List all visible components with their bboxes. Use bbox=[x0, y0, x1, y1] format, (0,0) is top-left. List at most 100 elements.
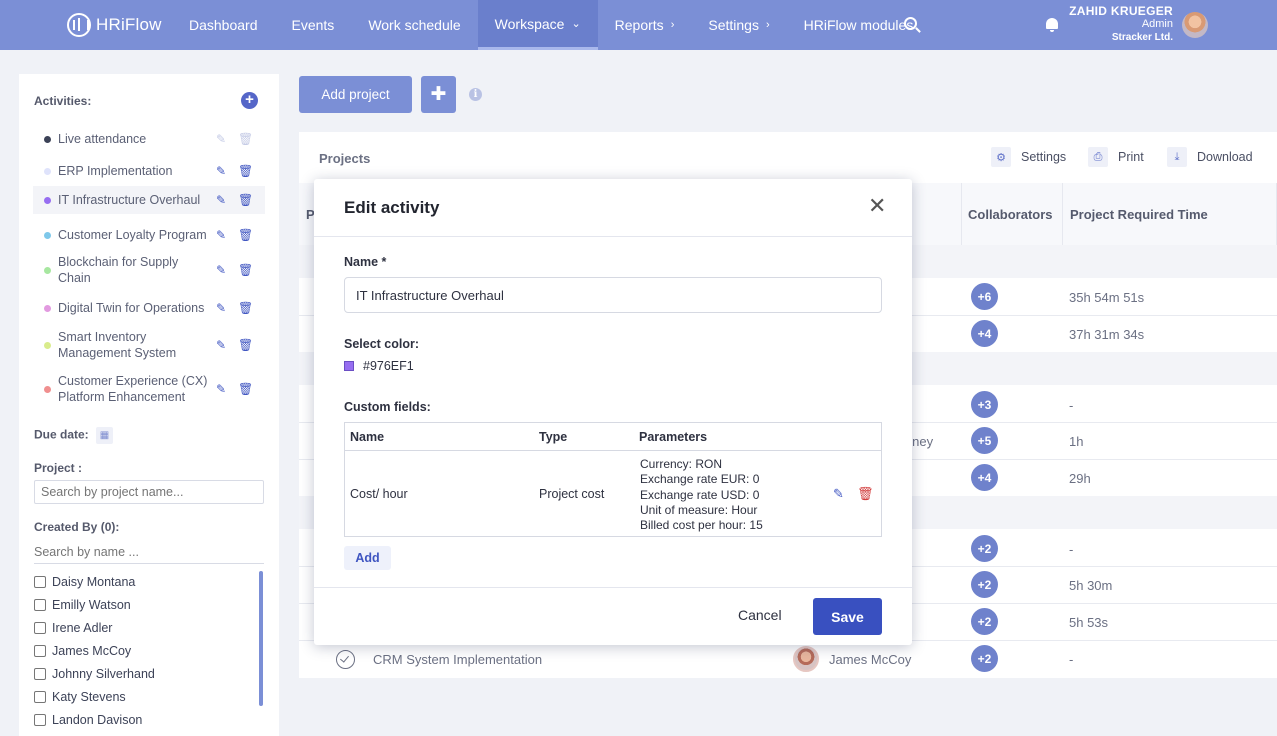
person-checkbox-row[interactable]: Emilly Watson bbox=[34, 598, 131, 612]
app-logo[interactable]: HRiFlow bbox=[67, 13, 162, 37]
person-checkbox-row[interactable]: Irene Adler bbox=[34, 621, 112, 635]
activity-color-dot bbox=[44, 304, 51, 312]
owner-cell: James McCoy bbox=[829, 652, 912, 667]
trash-icon[interactable]: 🗑 bbox=[238, 164, 253, 178]
trash-icon[interactable]: 🗑 bbox=[857, 486, 874, 502]
person-checkbox-row[interactable]: Johnny Silverhand bbox=[34, 667, 155, 681]
checkbox[interactable] bbox=[34, 691, 46, 703]
pencil-icon[interactable]: ✎ bbox=[216, 164, 226, 178]
collaborators-badge[interactable]: +2 bbox=[971, 645, 998, 672]
download-button[interactable]: ⤓ Download bbox=[1167, 147, 1253, 167]
activity-item[interactable]: Customer Loyalty Program ✎ 🗑 bbox=[33, 224, 265, 246]
person-name: Daisy Montana bbox=[52, 575, 136, 589]
download-icon: ⤓ bbox=[1167, 147, 1187, 167]
check-circle-icon[interactable] bbox=[336, 650, 355, 669]
settings-button[interactable]: ⚙ Settings bbox=[991, 147, 1066, 167]
trash-icon[interactable]: 🗑 bbox=[238, 263, 253, 277]
checkbox[interactable] bbox=[34, 599, 46, 611]
activity-item-selected[interactable]: IT Infrastructure Overhaul ✎ 🗑 bbox=[33, 186, 265, 214]
collaborators-badge[interactable]: +4 bbox=[971, 464, 998, 491]
modal-header: Edit activity ✕ bbox=[314, 179, 912, 237]
nav-work-schedule[interactable]: Work schedule bbox=[351, 0, 477, 50]
chevron-right-icon: › bbox=[670, 19, 675, 31]
search-icon[interactable] bbox=[904, 17, 917, 30]
checkbox[interactable] bbox=[34, 576, 46, 588]
activity-item[interactable]: Live attendance ✎ 🗑 bbox=[33, 128, 265, 150]
project-name-cell[interactable]: CRM System Implementation bbox=[373, 652, 542, 667]
collaborators-badge[interactable]: +6 bbox=[971, 283, 998, 310]
bell-icon[interactable] bbox=[1046, 18, 1058, 32]
logo-text: HRiFlow bbox=[96, 15, 162, 34]
column-header-collaborators[interactable]: Collaborators bbox=[962, 183, 1063, 245]
calendar-icon[interactable]: ▦ bbox=[96, 427, 114, 444]
user-company: Stracker Ltd. bbox=[1111, 32, 1173, 43]
collaborators-badge[interactable]: +2 bbox=[971, 571, 998, 598]
collaborators-badge[interactable]: +3 bbox=[971, 391, 998, 418]
activity-item[interactable]: Digital Twin for Operations ✎ 🗑 bbox=[33, 297, 265, 319]
nav-settings[interactable]: Settings › bbox=[691, 0, 786, 50]
checkbox[interactable] bbox=[34, 714, 46, 726]
save-button[interactable]: Save bbox=[813, 598, 882, 635]
column-header-required-time[interactable]: Project Required Time bbox=[1063, 183, 1277, 245]
trash-icon[interactable]: 🗑 bbox=[238, 301, 253, 315]
nav-events[interactable]: Events bbox=[275, 0, 352, 50]
pencil-icon[interactable]: ✎ bbox=[216, 228, 226, 242]
pencil-icon[interactable]: ✎ bbox=[216, 382, 226, 396]
color-hex-value[interactable]: #976EF1 bbox=[363, 359, 414, 373]
checkbox[interactable] bbox=[34, 645, 46, 657]
pencil-icon[interactable]: ✎ bbox=[216, 193, 226, 207]
collaborators-badge[interactable]: +2 bbox=[971, 608, 998, 635]
close-icon[interactable]: ✕ bbox=[868, 195, 886, 217]
printer-icon: ⎙ bbox=[1088, 147, 1108, 167]
trash-icon[interactable]: 🗑 bbox=[238, 228, 253, 242]
add-custom-field-button[interactable]: Add bbox=[344, 546, 391, 570]
person-checkbox-row[interactable]: Katy Stevens bbox=[34, 690, 126, 704]
color-swatch[interactable] bbox=[344, 361, 354, 371]
cancel-button[interactable]: Cancel bbox=[738, 607, 782, 623]
person-name: James McCoy bbox=[52, 644, 132, 658]
trash-icon[interactable]: 🗑 bbox=[238, 338, 253, 352]
person-checkbox-row[interactable]: Landon Davison bbox=[34, 713, 142, 727]
info-icon[interactable]: i bbox=[469, 88, 482, 101]
trash-icon[interactable]: 🗑 bbox=[238, 382, 253, 396]
checkbox[interactable] bbox=[34, 668, 46, 680]
nav-workspace[interactable]: Workspace ⌄ bbox=[477, 0, 598, 50]
project-search-input[interactable] bbox=[34, 480, 264, 504]
person-checkbox-row[interactable]: Daisy Montana bbox=[34, 575, 135, 589]
activity-name-input[interactable] bbox=[344, 277, 882, 313]
modal-title: Edit activity bbox=[344, 198, 440, 217]
plus-button[interactable]: ✚ bbox=[421, 76, 456, 113]
checkbox[interactable] bbox=[34, 622, 46, 634]
sidebar-scrollbar[interactable] bbox=[259, 571, 263, 706]
pencil-icon[interactable]: ✎ bbox=[216, 338, 226, 352]
add-project-button[interactable]: Add project bbox=[299, 76, 412, 113]
pencil-icon[interactable]: ✎ bbox=[216, 263, 226, 277]
user-info[interactable]: ZAHID KRUEGER Admin Stracker Ltd. bbox=[1069, 5, 1173, 44]
required-time-cell: - bbox=[1069, 398, 1074, 413]
activity-item[interactable]: Customer Experience (CX) Platform Enhanc… bbox=[33, 372, 265, 406]
nav-label: HRiFlow modules bbox=[803, 17, 914, 33]
avatar[interactable] bbox=[1182, 12, 1208, 38]
trash-icon[interactable]: 🗑 bbox=[238, 193, 253, 207]
nav-label: Dashboard bbox=[189, 17, 258, 33]
activity-item[interactable]: Blockchain for Supply Chain ✎ 🗑 bbox=[33, 253, 265, 287]
due-date-label: Due date: ▦ bbox=[34, 427, 114, 444]
nav-dashboard[interactable]: Dashboard bbox=[172, 0, 275, 50]
person-name: Johnny Silverhand bbox=[52, 667, 155, 681]
created-by-search-input[interactable] bbox=[34, 540, 264, 564]
person-name: Landon Davison bbox=[52, 713, 143, 727]
pencil-icon[interactable]: ✎ bbox=[216, 132, 226, 146]
pencil-icon[interactable]: ✎ bbox=[833, 486, 844, 502]
print-button[interactable]: ⎙ Print bbox=[1088, 147, 1144, 167]
activity-item[interactable]: Smart Inventory Management System ✎ 🗑 bbox=[33, 328, 265, 362]
person-checkbox-row[interactable]: James McCoy bbox=[34, 644, 131, 658]
collaborators-badge[interactable]: +4 bbox=[971, 320, 998, 347]
collaborators-badge[interactable]: +2 bbox=[971, 535, 998, 562]
nav-reports[interactable]: Reports › bbox=[598, 0, 692, 50]
add-activity-button[interactable]: + bbox=[241, 92, 258, 109]
activity-item[interactable]: ERP Implementation ✎ 🗑 bbox=[33, 160, 265, 182]
pencil-icon[interactable]: ✎ bbox=[216, 301, 226, 315]
collaborators-badge[interactable]: +5 bbox=[971, 427, 998, 454]
required-time-cell: 37h 31m 34s bbox=[1069, 327, 1145, 342]
trash-icon[interactable]: 🗑 bbox=[238, 132, 253, 146]
